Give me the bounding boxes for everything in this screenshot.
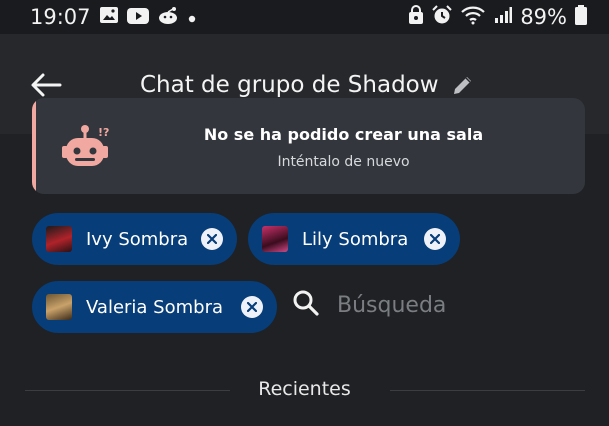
dot-icon <box>187 5 197 29</box>
robot-error-icon: !? <box>62 124 114 174</box>
arrow-left-icon <box>31 73 62 97</box>
remove-chip-button[interactable] <box>201 228 223 250</box>
status-bar: 19:07 89% <box>0 0 609 34</box>
avatar <box>262 226 288 252</box>
chip-name: Valeria Sombra <box>86 296 224 318</box>
error-subtitle: Inténtalo de nuevo <box>277 154 410 170</box>
avatar <box>46 294 72 320</box>
chip-name: Ivy Sombra <box>86 228 189 250</box>
search-container <box>292 289 547 321</box>
chip-name: Lily Sombra <box>302 228 409 250</box>
error-banner: !? No se ha podido crear una sala Intént… <box>32 98 585 194</box>
close-icon <box>207 234 217 244</box>
status-bar-left: 19:07 <box>30 5 197 29</box>
back-button[interactable] <box>26 70 66 100</box>
search-input[interactable] <box>337 292 547 318</box>
error-accent-bar <box>32 98 36 194</box>
user-chip-ivy[interactable]: Ivy Sombra <box>32 213 237 265</box>
youtube-icon <box>126 5 149 29</box>
svg-text:!?: !? <box>98 126 109 139</box>
page-title: Chat de grupo de Shadow <box>140 72 439 98</box>
user-chip-lily[interactable]: Lily Sombra <box>248 213 460 265</box>
battery-percentage: 89% <box>520 5 567 29</box>
status-time: 19:07 <box>30 5 91 29</box>
reddit-icon <box>157 5 179 29</box>
edit-pencil-icon[interactable] <box>451 73 475 97</box>
gallery-icon <box>99 5 119 29</box>
avatar <box>46 226 72 252</box>
user-chip-valeria[interactable]: Valeria Sombra <box>32 281 277 333</box>
alarm-icon <box>432 4 453 30</box>
battery-icon <box>575 4 587 30</box>
divider-right <box>390 390 585 391</box>
close-icon <box>430 234 440 244</box>
section-header-recent: Recientes <box>258 378 351 400</box>
remove-chip-button[interactable] <box>424 228 446 250</box>
status-bar-right: 89% <box>408 4 587 30</box>
close-icon <box>247 302 257 312</box>
vpn-lock-icon <box>408 4 424 30</box>
error-title: No se ha podido crear una sala <box>203 125 484 144</box>
remove-chip-button[interactable] <box>241 296 263 318</box>
wifi-icon <box>460 5 486 30</box>
title-container[interactable]: Chat de grupo de Shadow <box>140 72 475 98</box>
search-icon <box>292 289 320 321</box>
signal-icon <box>494 5 513 29</box>
